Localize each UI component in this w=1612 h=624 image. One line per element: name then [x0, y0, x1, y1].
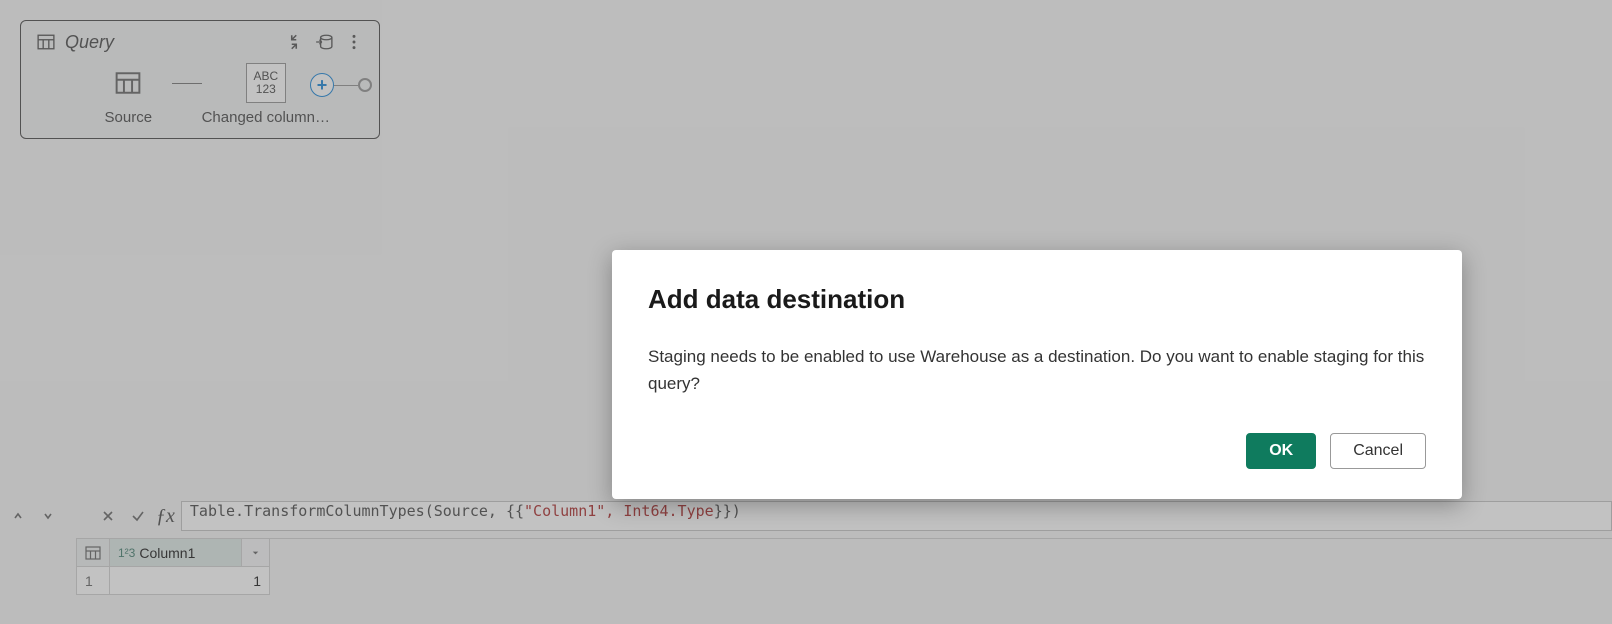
column-filter-dropdown[interactable]: [242, 539, 270, 567]
collapse-icon[interactable]: [283, 31, 305, 53]
editor-bottom-area: ƒx Table.TransformColumnTypes(Source, {{…: [0, 498, 1612, 595]
fx-icon[interactable]: ƒx: [156, 505, 175, 528]
add-data-destination-dialog: Add data destination Staging needs to be…: [612, 250, 1462, 499]
formula-text: }}): [714, 502, 741, 520]
formula-text: "Column1", Int64.Type: [524, 502, 714, 520]
ok-button[interactable]: OK: [1246, 433, 1316, 469]
dialog-actions: OK Cancel: [648, 433, 1426, 469]
query-step-source[interactable]: Source: [85, 63, 172, 126]
step-trailing-controls: +: [310, 73, 365, 97]
add-step-button[interactable]: +: [310, 73, 334, 97]
table-row: 1 1: [76, 567, 1612, 595]
number-type-icon: 1²3: [118, 546, 135, 560]
cell-value[interactable]: 1: [110, 567, 270, 595]
dialog-body: Staging needs to be enabled to use Wareh…: [648, 343, 1426, 397]
connector-line: [334, 85, 358, 86]
data-destination-icon[interactable]: [313, 31, 335, 53]
formula-text: Table.TransformColumnTypes(Source, {{: [190, 502, 524, 520]
cancel-formula-icon[interactable]: [96, 504, 120, 528]
abc123-icon: ABC123: [246, 63, 286, 103]
query-card-title: Query: [65, 32, 275, 53]
step-back-icon[interactable]: [6, 504, 30, 528]
cancel-button[interactable]: Cancel: [1330, 433, 1426, 469]
step-label: Source: [105, 109, 153, 126]
table-icon[interactable]: [76, 539, 110, 567]
more-icon[interactable]: [343, 31, 365, 53]
accept-formula-icon[interactable]: [126, 504, 150, 528]
step-forward-icon[interactable]: [36, 504, 60, 528]
step-connector: [172, 83, 202, 84]
table-icon: [108, 63, 148, 103]
query-diagram-card: Query Source ABC123: [20, 20, 380, 139]
column-header[interactable]: 1²3 Column1: [110, 539, 242, 567]
step-label: Changed column…: [202, 109, 330, 126]
grid-header-row: 1²3 Column1: [76, 539, 1612, 567]
row-number: 1: [76, 567, 110, 595]
query-steps-row: Source ABC123 Changed column… +: [35, 63, 365, 126]
formula-input[interactable]: Table.TransformColumnTypes(Source, {{"Co…: [181, 501, 1612, 531]
column-name: Column1: [139, 545, 195, 561]
data-preview-grid: 1²3 Column1 1 1: [76, 538, 1612, 595]
query-card-header: Query: [35, 31, 365, 53]
output-port[interactable]: [358, 78, 372, 92]
formula-bar: ƒx Table.TransformColumnTypes(Source, {{…: [0, 498, 1612, 534]
dialog-title: Add data destination: [648, 284, 1426, 315]
table-icon: [35, 31, 57, 53]
